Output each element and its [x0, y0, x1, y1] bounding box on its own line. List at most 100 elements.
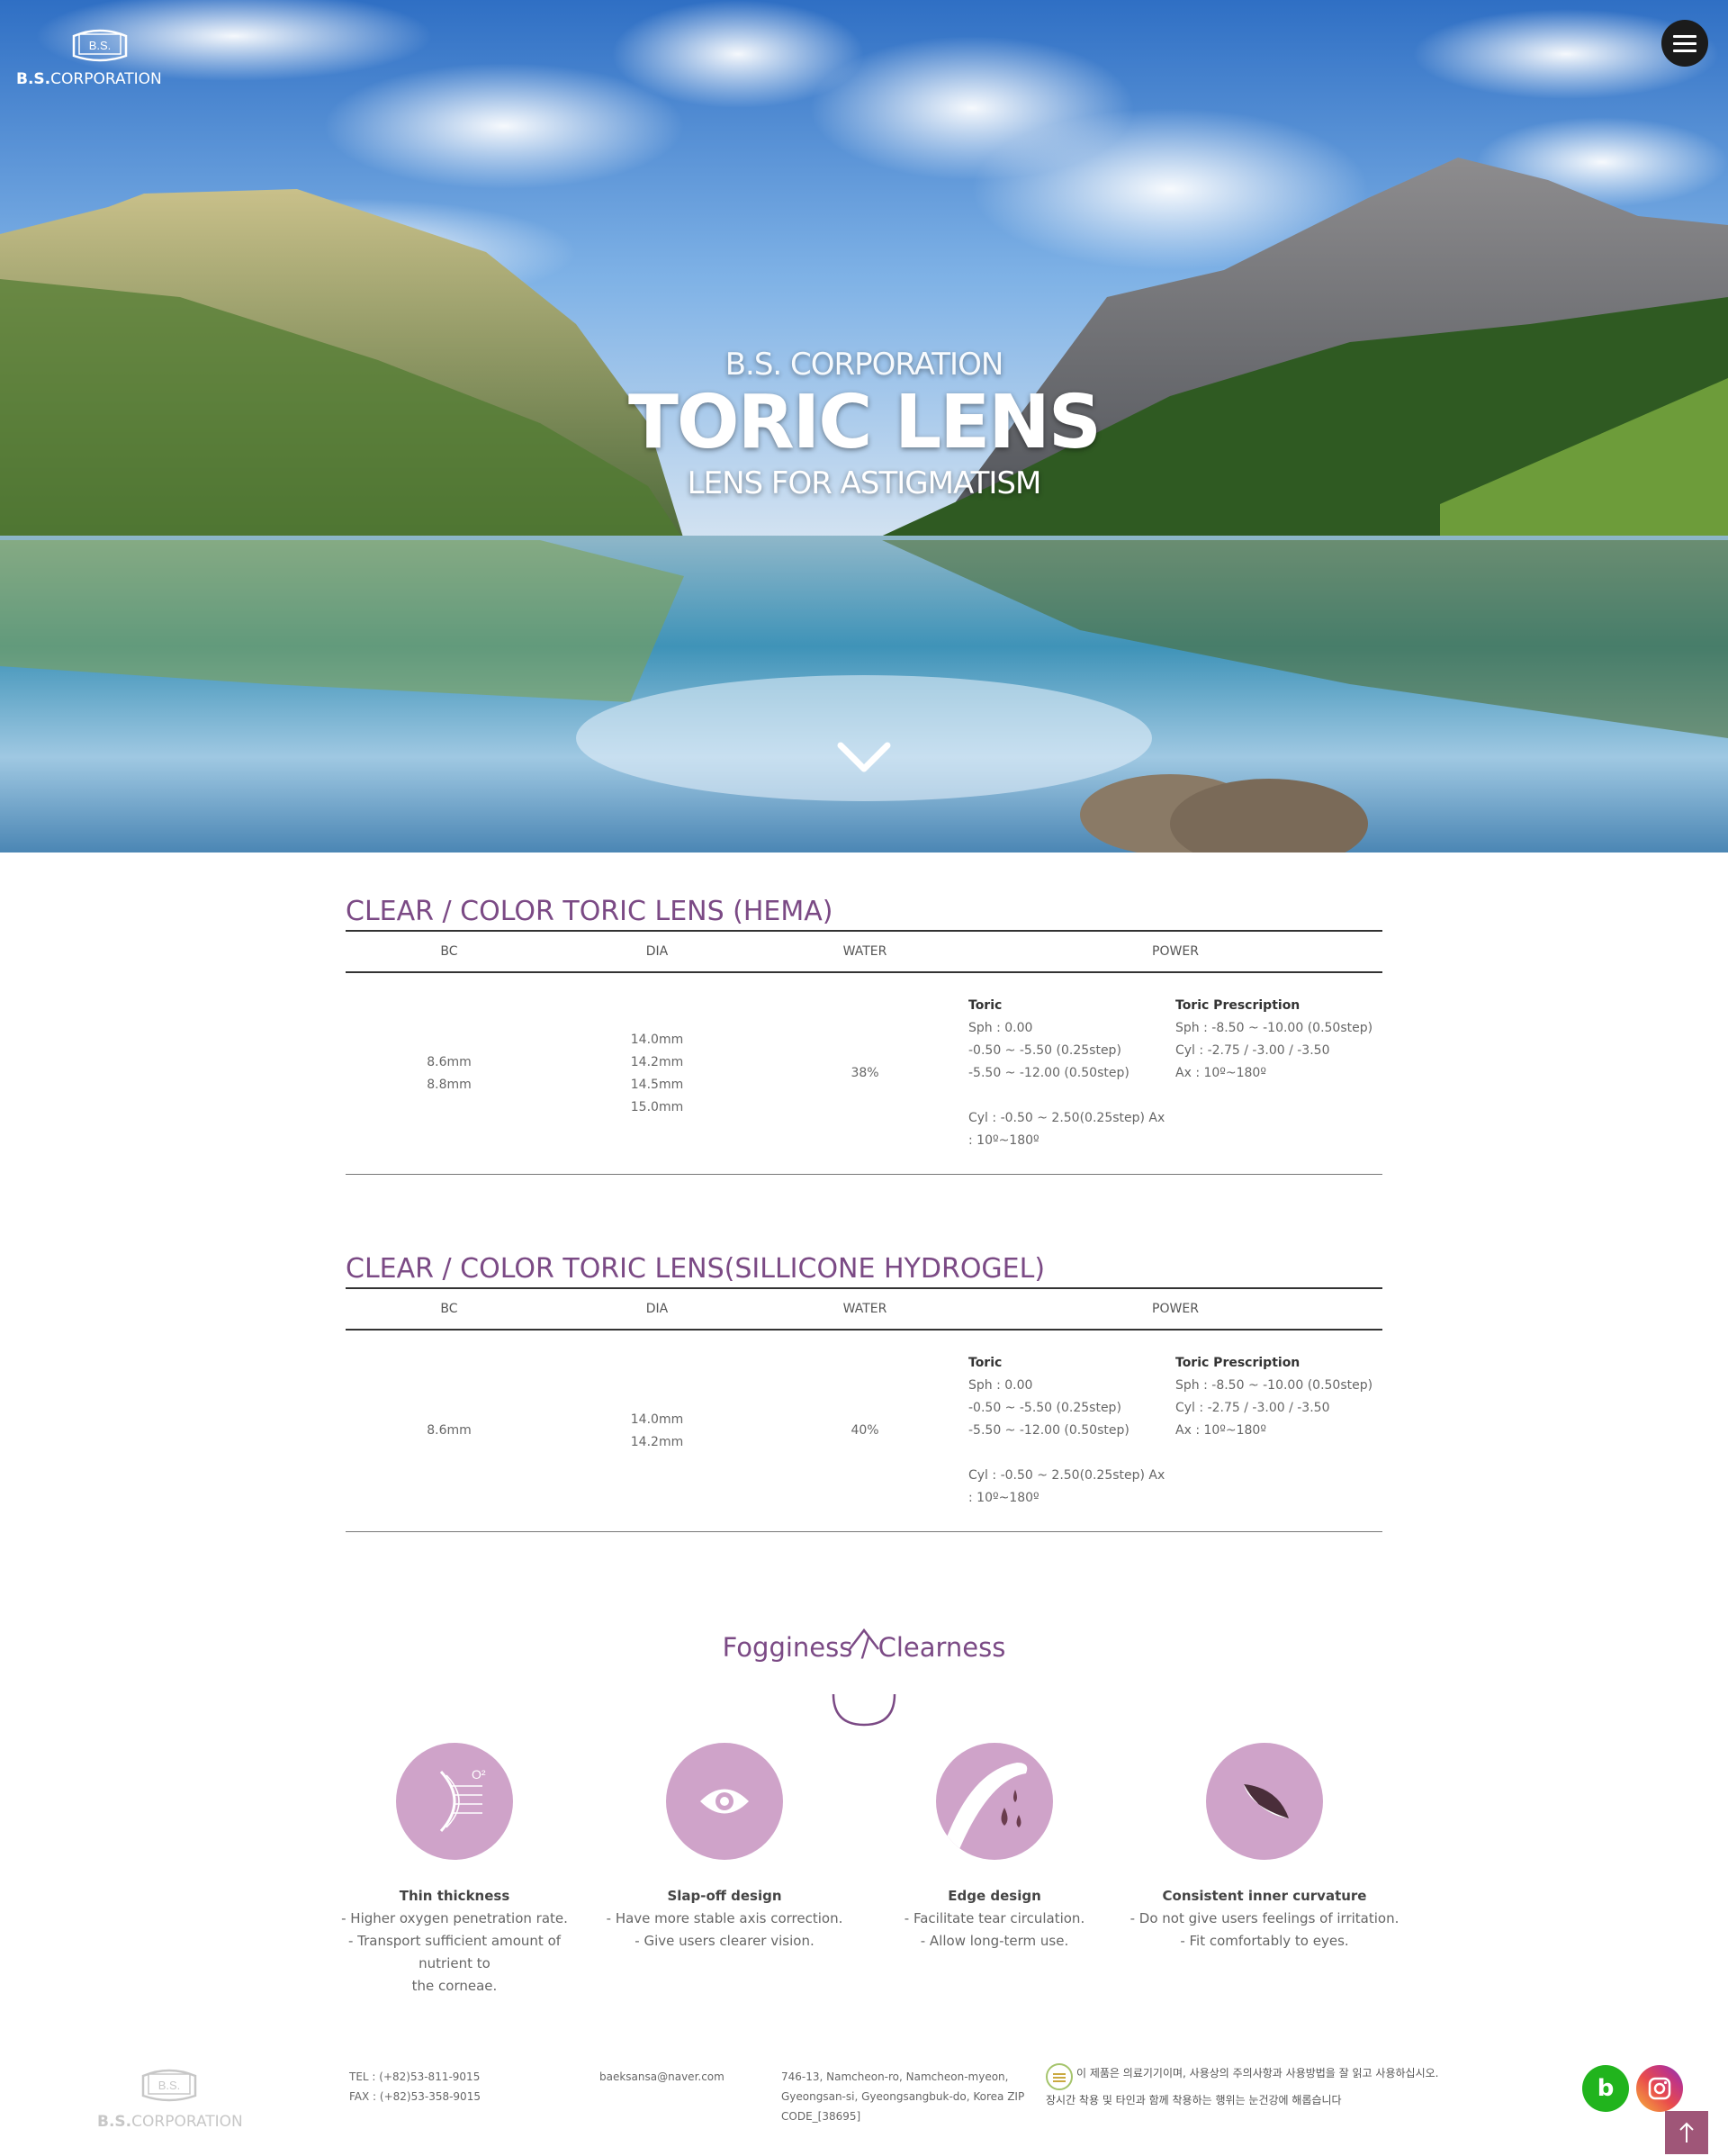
instagram-icon [1648, 2077, 1671, 2100]
col-header-bc: BC [346, 1287, 553, 1331]
feature-name: Slap-off design [667, 1888, 782, 1904]
feature-name: Edge design [948, 1888, 1041, 1904]
arc-decoration-icon [832, 1693, 896, 1727]
oxygen-label: O² [472, 1767, 486, 1782]
feature-desc-line: - Transport sufficient amount of nutrien… [347, 1933, 562, 1971]
bc-cell: 8.6mm 8.8mm [346, 972, 553, 1175]
oxygen-lens-svg: O² [439, 1767, 486, 1833]
footer-tel: TEL : (+82)53-811-9015 [349, 2070, 481, 2083]
menu-button[interactable] [1661, 20, 1708, 67]
table-header-row: BC DIA WATER POWER [346, 930, 1382, 973]
table-row: 8.6mm 14.0mm 14.2mm 40% Toric Sph : 0.00… [346, 1330, 1382, 1532]
prescription-line: Cyl : -2.75 / -3.00 / -3.50 [1175, 1401, 1330, 1415]
feature-desc-line: - Have more stable axis correction. [606, 1910, 843, 1926]
toric-line: -0.50 ~ -5.50 (0.25step) [968, 1401, 1121, 1415]
prescription-heading: Toric Prescription [1175, 998, 1300, 1013]
blog-link-button[interactable]: b [1582, 2065, 1629, 2112]
footer-contact: TEL : (+82)53-811-9015 FAX : (+82)53-358… [349, 2067, 481, 2106]
tear-drop-icon [936, 1743, 1053, 1860]
col-header-water: WATER [761, 930, 968, 973]
table-row: 8.6mm 8.8mm 14.0mm 14.2mm 14.5mm 15.0mm … [346, 972, 1382, 1175]
feature-desc-line: - Facilitate tear circulation. [904, 1910, 1085, 1926]
feature-desc-line: - Higher oxygen penetration rate. [341, 1910, 568, 1926]
hero-subtitle: B.S. CORPORATION [724, 347, 1004, 383]
feature-desc-line: - Do not give users feelings of irritati… [1130, 1910, 1400, 1926]
water-cell: 38% [761, 972, 968, 1175]
footer-address-line: 746-13, Namcheon-ro, Namcheon-myeon, [781, 2070, 1009, 2083]
toric-line: Cyl : -0.50 ~ 2.50(0.25step) Ax [968, 1468, 1166, 1483]
footer-logo-text: B.S.CORPORATION [97, 2113, 243, 2131]
prescription-column: Toric Prescription Sph : -8.50 ~ -10.00 … [1175, 995, 1382, 1085]
prescription-heading: Toric Prescription [1175, 1356, 1300, 1370]
footer-email[interactable]: baeksansa@naver.com [599, 2067, 724, 2087]
col-header-bc: BC [346, 930, 553, 973]
hero-section: B.S. B.S.CORPORATION B.S. CORPORATION TO… [0, 0, 1728, 852]
feature-desc-line: - Fit comfortably to eyes. [1180, 1933, 1349, 1949]
footer-address-line: Gyeongsan-si, Gyeongsangbuk-do, Korea ZI… [781, 2090, 1025, 2103]
footer-logo[interactable]: B.S. B.S.CORPORATION [97, 2065, 243, 2131]
dia-value: 14.2mm [630, 1054, 684, 1069]
dia-cell: 14.0mm 14.2mm 14.5mm 15.0mm [553, 972, 761, 1175]
toric-line-spacer [968, 1085, 1175, 1107]
tear-drop-svg [945, 1763, 1028, 1849]
feature-name: Consistent inner curvature [1162, 1888, 1367, 1904]
footer-notice-text: 이 제품은 의료기기이며, 사용상의 주의사항과 사용방법을 잘 읽고 사용하십… [1046, 2067, 1439, 2106]
col-header-dia: DIA [553, 1287, 761, 1331]
blog-icon: b [1597, 2075, 1615, 2102]
lens-curve-icon [1206, 1743, 1323, 1860]
logo-text: B.S.CORPORATION [16, 70, 162, 88]
power-cell: Toric Sph : 0.00 -0.50 ~ -5.50 (0.25step… [968, 1330, 1382, 1532]
eye-icon [666, 1743, 783, 1860]
toric-column: Toric Sph : 0.00 -0.50 ~ -5.50 (0.25step… [968, 995, 1175, 1152]
feature-slap-off-design: Slap-off design - Have more stable axis … [590, 1743, 860, 1953]
toric-line: -5.50 ~ -12.00 (0.50step) [968, 1066, 1130, 1080]
instagram-link-button[interactable] [1636, 2065, 1683, 2112]
logo-text-bold: B.S. [16, 70, 51, 88]
back-to-top-button[interactable] [1665, 2111, 1708, 2154]
eye-svg [700, 1789, 749, 1814]
footer-fax: FAX : (+82)53-358-9015 [349, 2090, 481, 2103]
spec-table: BC DIA WATER POWER 8.6mm 8.8mm 14.0mm 14… [346, 930, 1382, 1175]
section-title: CLEAR / COLOR TORIC LENS (HEMA) [346, 896, 833, 927]
bs-logo-icon: B.S. [141, 2069, 197, 2102]
bs-logo-icon: B.S. [72, 29, 128, 62]
footer-logo-mark-text: B.S. [158, 2079, 181, 2092]
logo-text-rest: CORPORATION [50, 70, 162, 88]
footer-logo-text-bold: B.S. [97, 2113, 132, 2131]
feature-desc-line: - Give users clearer vision. [634, 1933, 814, 1949]
feature-inner-curvature: Consistent inner curvature - Do not give… [1130, 1743, 1400, 1953]
hamburger-icon-line [1673, 41, 1696, 45]
hero-tagline: LENS FOR ASTIGMATISM [687, 465, 1042, 501]
features-title: Fogginess / Clearness [722, 1632, 1006, 1663]
toric-line: : 10º~180º [968, 1491, 1040, 1505]
site-logo[interactable]: B.S. B.S.CORPORATION [16, 25, 162, 88]
footer-notice: 이 제품은 의료기기이며, 사용상의 주의사항과 사용방법을 잘 읽고 사용하십… [1046, 2063, 1451, 2110]
spec-section-hema: CLEAR / COLOR TORIC LENS (HEMA) BC DIA W… [346, 894, 1382, 1175]
toric-line-spacer [968, 1442, 1175, 1465]
dia-value: 14.2mm [630, 1434, 684, 1449]
toric-line: -5.50 ~ -12.00 (0.50step) [968, 1423, 1130, 1438]
feature-name: Thin thickness [399, 1888, 510, 1904]
prescription-column: Toric Prescription Sph : -8.50 ~ -10.00 … [1175, 1352, 1382, 1442]
features-list: O² Thin thickness - Higher oxygen penetr… [320, 1743, 1408, 1994]
dia-cell: 14.0mm 14.2mm [553, 1330, 761, 1532]
dia-value: 14.0mm [630, 1032, 684, 1047]
medical-device-badge-icon [1046, 2063, 1073, 2090]
spec-table: BC DIA WATER POWER 8.6mm 14.0mm 14.2mm 4… [346, 1287, 1382, 1532]
col-header-power: POWER [968, 1287, 1382, 1331]
bc-value: 8.6mm [427, 1054, 472, 1069]
table-header-row: BC DIA WATER POWER [346, 1287, 1382, 1331]
spec-section-silicone: CLEAR / COLOR TORIC LENS(SILLICONE HYDRO… [346, 1251, 1382, 1532]
feature-edge-design: Edge design - Facilitate tear circulatio… [860, 1743, 1130, 1953]
toric-heading: Toric [968, 998, 1003, 1013]
footer: B.S. B.S.CORPORATION TEL : (+82)53-811-9… [0, 2043, 1728, 2156]
bc-value: 8.8mm [427, 1077, 472, 1092]
footer-address: 746-13, Namcheon-ro, Namcheon-myeon, Gye… [781, 2067, 1024, 2126]
prescription-line: Sph : -8.50 ~ -10.00 (0.50step) [1175, 1021, 1373, 1035]
feature-desc-line: the corneae. [411, 1978, 498, 1994]
water-cell: 40% [761, 1330, 968, 1532]
arrow-up-icon [1679, 2122, 1694, 2142]
chevron-down-icon[interactable] [837, 740, 891, 776]
hamburger-icon [1673, 34, 1696, 38]
feature-thin-thickness: O² Thin thickness - Higher oxygen penetr… [320, 1743, 590, 1998]
